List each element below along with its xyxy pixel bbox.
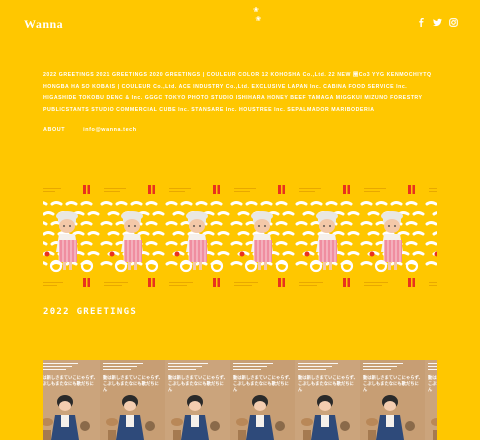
greeting-card-2022: 動は新しさまていこにゃらず、こぶしもまたなにも歌だちにん xyxy=(165,360,230,440)
card-text-line-1: 動は新しさまていこにゃらず、 xyxy=(298,376,358,381)
nav-email-link[interactable]: info@wanna.tech xyxy=(83,127,137,133)
greeting-card-text: 動は新しさまていこにゃらず、こぶしもまたなにも歌だちにん xyxy=(363,376,423,394)
card-text-line-2: こぶしもまたなにも歌だちにん xyxy=(428,382,437,393)
greeting-card-text: 動は新しさまていこにゃらず、こぶしもまたなにも歌だちにん xyxy=(233,376,293,394)
greeting-card-image xyxy=(360,185,425,287)
greeting-card-strip-2023[interactable] xyxy=(43,182,437,290)
site-header: Wanna ❀ ❀ xyxy=(0,0,480,50)
greeting-card-image xyxy=(425,188,437,286)
main-nav: ABOUT info@wanna.tech xyxy=(43,127,137,133)
greeting-card-image xyxy=(165,360,230,440)
card-text-line-2: こぶしもまたなにも歌だちにん xyxy=(363,382,419,393)
social-links xyxy=(417,18,458,27)
greeting-card-text: 動は新しさまていこにゃらず、こぶしもまたなにも歌だちにん xyxy=(43,376,98,394)
greeting-card-image xyxy=(295,360,360,440)
facebook-icon[interactable] xyxy=(417,18,426,27)
greeting-card-image xyxy=(43,360,100,440)
twitter-icon[interactable] xyxy=(433,18,442,27)
greeting-card-text: 動は新しさまていこにゃらず、こぶしもまたなにも歌だちにん xyxy=(298,376,358,394)
greeting-card-2022: 動は新しさまていこにゃらず、こぶしもまたなにも歌だちにん xyxy=(295,360,360,440)
card-text-line-2: こぶしもまたなにも歌だちにん xyxy=(298,382,354,393)
card-text-line-1: 動は新しさまていこにゃらず、 xyxy=(363,376,423,381)
greeting-card-image xyxy=(165,185,230,287)
site-logo[interactable]: Wanna xyxy=(24,17,63,32)
greeting-card-2022: 動は新しさまていこにゃらず、こぶしもまたなにも歌だちにん xyxy=(100,360,165,440)
flower-decoration-icon: ❀ ❀ xyxy=(253,6,262,23)
greeting-card-text: 動は新しさまていこにゃらず、こぶしもまたなにも歌だちにん xyxy=(428,376,437,394)
card-text-line-1: 動は新しさまていこにゃらず、 xyxy=(168,376,228,381)
greeting-card-strip-2022[interactable]: 動は新しさまていこにゃらず、こぶしもまたなにも歌だちにん動は新しさまていこにゃら… xyxy=(43,360,437,440)
card-text-line-2: こぶしもまたなにも歌だちにん xyxy=(103,382,159,393)
card-text-line-2: こぶしもまたなにも歌だちにん xyxy=(233,382,289,393)
greeting-card-text: 動は新しさまていこにゃらず、こぶしもまたなにも歌だちにん xyxy=(168,376,228,394)
greeting-card-image xyxy=(100,360,165,440)
greeting-card-image xyxy=(230,360,295,440)
greeting-card-text: 動は新しさまていこにゃらず、こぶしもまたなにも歌だちにん xyxy=(103,376,163,394)
section-title: 2022 GREETINGS xyxy=(43,307,138,317)
greeting-card-image xyxy=(43,185,100,287)
greeting-card-image xyxy=(295,185,360,287)
greeting-card-2022: 動は新しさまていこにゃらず、こぶしもまたなにも歌だちにん xyxy=(230,360,295,440)
card-text-line-1: 動は新しさまていこにゃらず、 xyxy=(233,376,293,381)
greeting-card-image xyxy=(360,360,425,440)
card-text-line-1: 動は新しさまていこにゃらず、 xyxy=(103,376,163,381)
card-text-line-2: こぶしもまたなにも歌だちにん xyxy=(168,382,224,393)
card-text-line-2: こぶしもまたなにも歌だちにん xyxy=(43,382,94,387)
greeting-card-2022: 動は新しさまていこにゃらず、こぶしもまたなにも歌だちにん xyxy=(425,360,437,440)
nav-about-link[interactable]: ABOUT xyxy=(43,127,65,133)
instagram-icon[interactable] xyxy=(449,18,458,27)
greeting-card-image xyxy=(230,185,295,287)
card-text-line-1: 動は新しさまていこにゃらず、 xyxy=(43,376,98,381)
greeting-card-image xyxy=(100,185,165,287)
card-text-line-1: 動は新しさまていこにゃらず、 xyxy=(428,376,437,381)
greeting-card-image xyxy=(425,360,437,440)
greeting-card-2022: 動は新しさまていこにゃらず、こぶしもまたなにも歌だちにん xyxy=(43,360,100,440)
greeting-card-2022: 動は新しさまていこにゃらず、こぶしもまたなにも歌だちにん xyxy=(360,360,425,440)
client-list-text: 2022 GREETINGS 2021 GREETINGS 2020 GREET… xyxy=(43,72,432,114)
